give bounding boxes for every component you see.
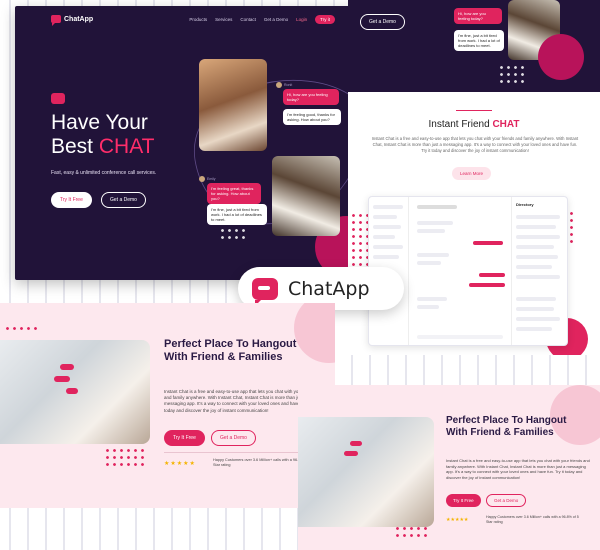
chat-bubble-in: I'm fine, just a bit tired from work. I … bbox=[207, 204, 267, 225]
chat-name: Ronit bbox=[284, 83, 293, 87]
brand-logo[interactable]: ChatApp bbox=[51, 15, 94, 26]
chat-bubble-icon bbox=[60, 364, 74, 370]
rating-text: Happy Customers over 3.6 Million+ calls … bbox=[486, 515, 579, 524]
app-window: Directory bbox=[368, 196, 568, 346]
star-rating: ★★★★★ bbox=[164, 461, 196, 467]
try-free-button[interactable]: Try It Free bbox=[164, 430, 205, 446]
chat-name: Emily bbox=[207, 177, 216, 181]
try-free-button[interactable]: Try It Free bbox=[51, 192, 92, 208]
title-highlight: CHAT bbox=[492, 119, 520, 130]
directory-panel: Directory bbox=[511, 197, 567, 345]
star-rating: ★★★★★ bbox=[446, 517, 469, 523]
section-title: Instant Friend CHAT bbox=[348, 119, 600, 130]
directory-title: Directory bbox=[516, 202, 534, 207]
chat-bubble-icon bbox=[66, 388, 78, 394]
headline-highlight: CHAT bbox=[98, 135, 155, 158]
get-demo-button[interactable]: Get a Demo bbox=[486, 494, 527, 507]
hero-headline-2: Best CHAT bbox=[51, 135, 154, 159]
avatar bbox=[276, 82, 282, 88]
learn-more-button[interactable]: Learn More bbox=[452, 167, 492, 180]
avatar bbox=[199, 176, 205, 182]
section-paragraph: Instant Chat is a free and easy-to-use a… bbox=[371, 136, 579, 153]
title-prefix: Instant Friend bbox=[428, 119, 490, 130]
nav-services[interactable]: Services bbox=[215, 17, 232, 22]
chat-bubble-out: Hi, how are you feeling today? bbox=[283, 89, 339, 105]
brand-name: ChatApp bbox=[64, 15, 94, 23]
badge-text: ChatApp bbox=[288, 277, 370, 300]
top-nav: Products Services Contact Get a Demo Log… bbox=[189, 15, 335, 24]
perfect-place-section: Perfect Place To Hangout With Friend & F… bbox=[0, 303, 335, 508]
man-laptop-photo bbox=[272, 156, 340, 236]
laptop-hands-photo bbox=[0, 340, 150, 444]
woman-phone-photo bbox=[199, 59, 267, 151]
chat-bubble-icon bbox=[350, 441, 362, 446]
get-demo-button[interactable]: Get a Demo bbox=[211, 430, 256, 446]
chat-bubble-out: I'm feeling great, thanks for asking. Ho… bbox=[207, 183, 261, 204]
hero-section: ChatApp Products Services Contact Get a … bbox=[15, 6, 373, 280]
nav-products[interactable]: Products bbox=[189, 17, 207, 22]
dark-top-band: Hi, how are you feeling today? I'm fine,… bbox=[348, 0, 600, 92]
divider bbox=[456, 110, 492, 111]
dot-pattern bbox=[104, 447, 144, 467]
laptop-hands-photo bbox=[298, 417, 434, 527]
get-demo-button[interactable]: Get a Demo bbox=[360, 14, 405, 30]
login-link[interactable]: Login bbox=[296, 17, 307, 22]
chat-bubble-icon bbox=[344, 451, 358, 456]
dot-pattern bbox=[394, 525, 430, 541]
try-button[interactable]: Try it bbox=[315, 15, 335, 24]
section-heading: Perfect Place To Hangout With Friend & F… bbox=[164, 338, 297, 363]
chat-bubble-icon bbox=[54, 376, 70, 382]
dot-pattern bbox=[4, 325, 38, 333]
section-heading: Perfect Place To Hangout With Friend & F… bbox=[446, 415, 567, 438]
chat-badge-icon bbox=[51, 93, 65, 104]
headline-prefix: Best bbox=[51, 135, 94, 158]
get-demo-button[interactable]: Get a Demo bbox=[101, 192, 146, 208]
nav-get-demo[interactable]: Get a Demo bbox=[264, 17, 288, 22]
try-free-button[interactable]: Try It Free bbox=[446, 494, 481, 507]
nav-contact[interactable]: Contact bbox=[240, 17, 256, 22]
decor-circle bbox=[538, 34, 584, 80]
dot-pattern bbox=[498, 64, 526, 84]
chat-bubble-in: I'm feeling good, thanks for asking. How… bbox=[283, 109, 341, 125]
hero-subheading: Fast, easy & unlimited conference call s… bbox=[51, 170, 157, 176]
chat-bubble-out: Hi, how are you feeling today? bbox=[454, 8, 502, 24]
chatapp-logo-icon bbox=[252, 277, 278, 306]
chat-bubble-in: I'm fine, just a bit tired from work. I … bbox=[454, 30, 504, 51]
chat-logo-icon bbox=[51, 15, 61, 26]
section-paragraph: Instant Chat is a free and easy-to-use a… bbox=[446, 458, 590, 480]
hero-headline-1: Have Your bbox=[51, 111, 148, 134]
perfect-place-section-preview: Perfect Place To Hangout With Friend & F… bbox=[298, 385, 600, 550]
message-input[interactable] bbox=[417, 335, 503, 339]
